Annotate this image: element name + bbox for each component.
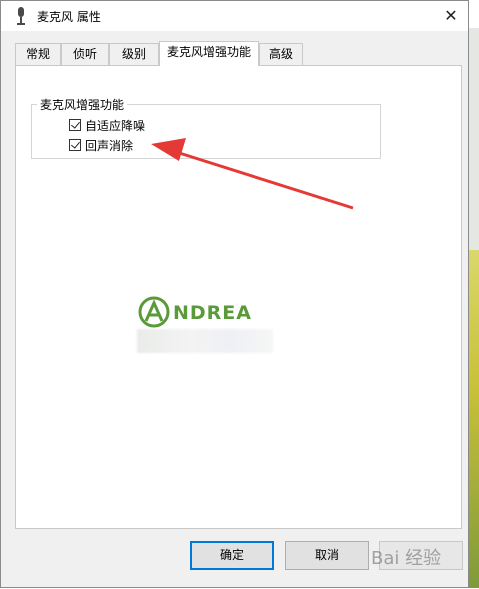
cancel-button[interactable]: 取消	[285, 541, 369, 570]
cancel-label: 取消	[314, 548, 339, 562]
blurred-text	[137, 329, 273, 353]
ok-button[interactable]: 确定	[190, 541, 274, 570]
tab-enhancements[interactable]: 麦克风增强功能	[159, 41, 259, 66]
watermark: Bai 经验	[371, 548, 442, 569]
properties-dialog: 麦克风 属性 ✕ 常规 侦听 级别 麦克风增强功能 高级 麦克风增强功能 自适应…	[0, 0, 469, 588]
logo-text: NDREA	[173, 302, 252, 324]
desktop-wallpaper	[469, 250, 479, 588]
ok-label: 确定	[219, 548, 244, 562]
tab-label: 麦克风增强功能	[166, 45, 251, 59]
andrea-logo: NDREA	[137, 295, 277, 332]
